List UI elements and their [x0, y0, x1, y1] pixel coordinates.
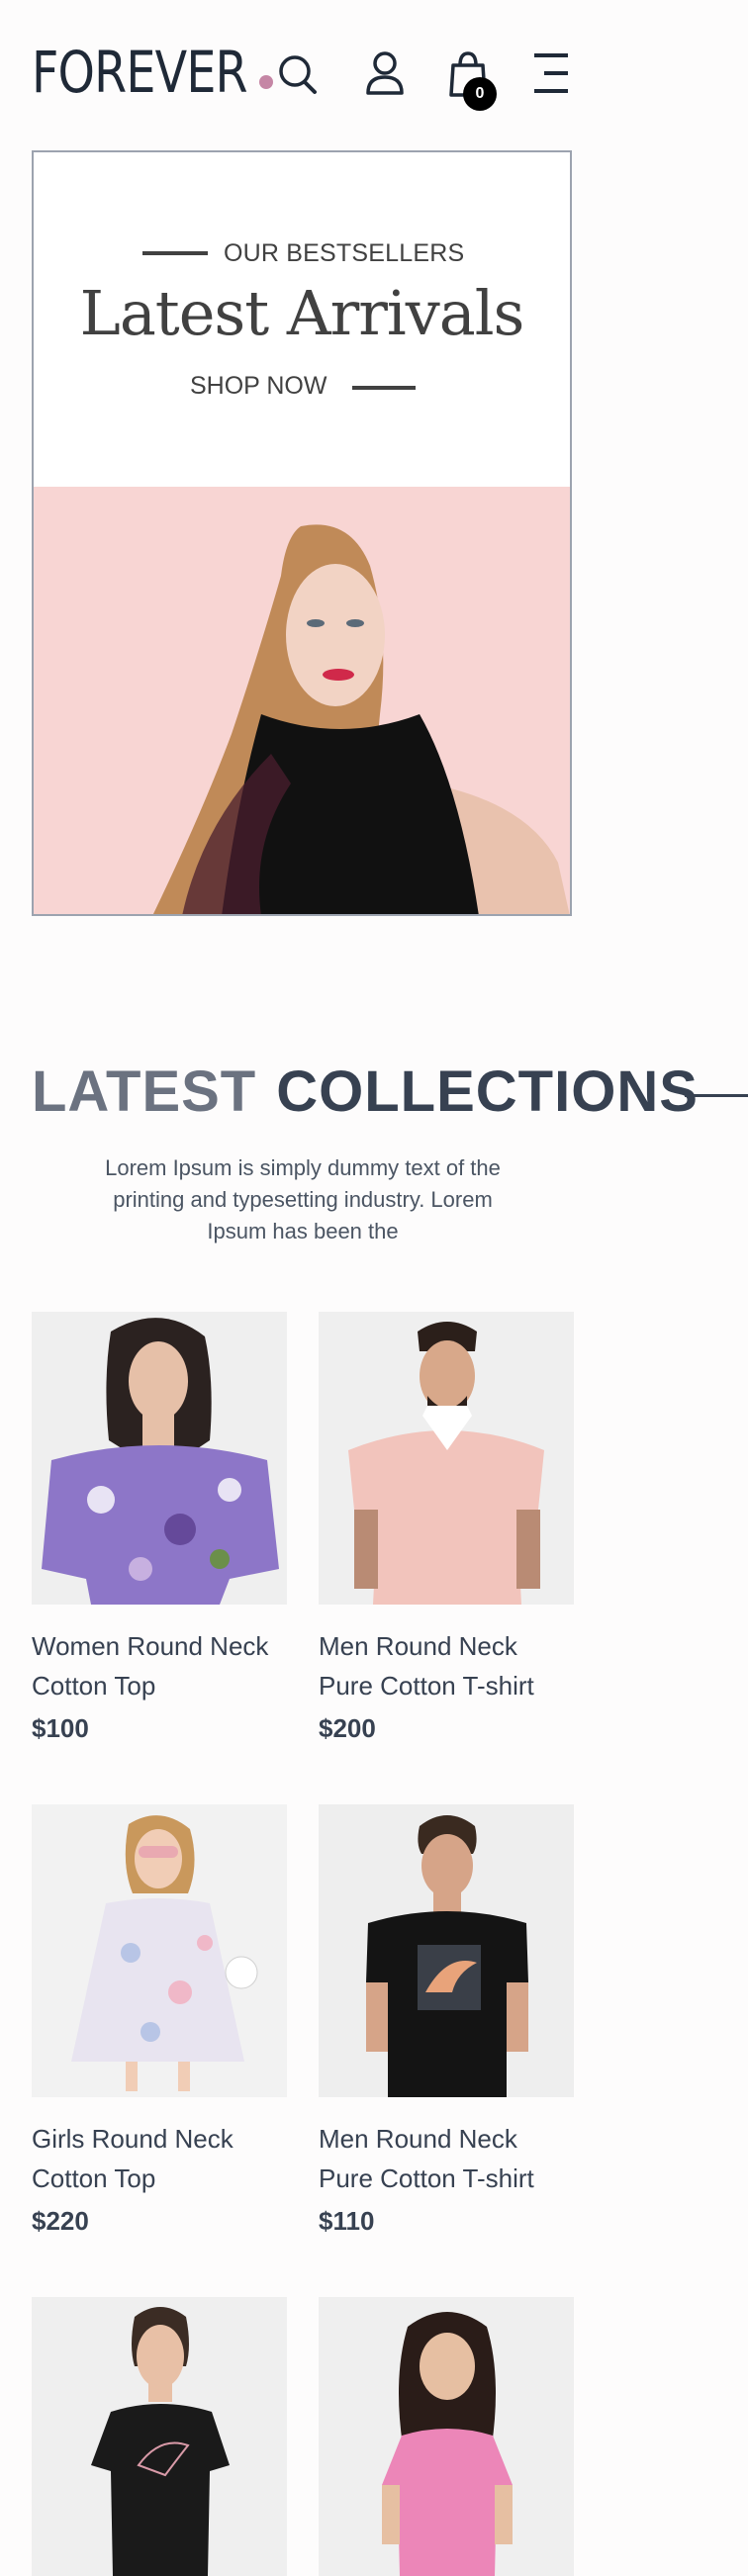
- product-name[interactable]: Men Round Neck Pure Cotton T-shirt: [319, 1626, 574, 1705]
- section-title-part2: COLLECTIONS: [276, 1059, 699, 1124]
- search-icon[interactable]: [273, 46, 323, 101]
- product-card[interactable]: Men Round Neck Pure Cotton T-shirt $200: [319, 1312, 574, 1744]
- hero-image: [34, 487, 570, 914]
- product-image[interactable]: [319, 2297, 574, 2576]
- hero-eyebrow: OUR BESTSELLERS: [224, 239, 465, 267]
- product-name-line1: Women Round Neck: [32, 1631, 269, 1661]
- product-name[interactable]: Men Round Neck Pure Cotton T-shirt: [319, 2119, 574, 2198]
- product-name-line2: Cotton Top: [32, 2163, 156, 2193]
- shop-now-link[interactable]: SHOP NOW: [190, 372, 327, 401]
- section-title-line: [685, 1094, 748, 1097]
- eyebrow-line: [142, 251, 208, 255]
- section-description: Lorem Ipsum is simply dummy text of the …: [105, 1155, 501, 1243]
- product-name-line2: Cotton Top: [32, 1671, 156, 1701]
- section-title-part1: LATEST: [32, 1059, 257, 1124]
- logo-dot: [259, 75, 273, 89]
- product-card[interactable]: Women Round Neck Cotton Top $100: [32, 1312, 287, 1744]
- product-name-line1: Girls Round Neck: [32, 2124, 234, 2154]
- section-title: LATEST COLLECTIONS: [32, 1058, 699, 1125]
- hero-banner: OUR BESTSELLERS Latest Arrivals SHOP NOW: [32, 150, 572, 916]
- cta-line: [352, 386, 416, 390]
- product-name-line1: Men Round Neck: [319, 1631, 517, 1661]
- product-image[interactable]: [32, 1312, 287, 1605]
- product-name-line2: Pure Cotton T-shirt: [319, 1671, 534, 1701]
- product-image[interactable]: [32, 1804, 287, 2097]
- product-card[interactable]: [319, 2297, 574, 2576]
- product-price: $220: [32, 2206, 89, 2236]
- site-header: FOREVER 0: [0, 0, 748, 148]
- product-price: $200: [319, 1713, 376, 1743]
- profile-icon[interactable]: [360, 46, 410, 101]
- product-price: $100: [32, 1713, 89, 1743]
- product-price: $110: [319, 2206, 375, 2236]
- product-card[interactable]: [32, 2297, 287, 2576]
- product-name-line2: Pure Cotton T-shirt: [319, 2163, 534, 2193]
- product-card[interactable]: Men Round Neck Pure Cotton T-shirt $110: [319, 1804, 574, 2237]
- product-image[interactable]: [32, 2297, 287, 2576]
- product-name[interactable]: Girls Round Neck Cotton Top: [32, 2119, 287, 2198]
- product-card[interactable]: Girls Round Neck Cotton Top $220: [32, 1804, 287, 2237]
- hero-text: OUR BESTSELLERS Latest Arrivals SHOP NOW: [34, 152, 570, 487]
- product-image[interactable]: [319, 1312, 574, 1605]
- product-image[interactable]: [319, 1804, 574, 2097]
- cart-count-badge: 0: [463, 77, 497, 111]
- menu-icon[interactable]: [526, 46, 576, 101]
- logo[interactable]: FOREVER: [32, 38, 248, 107]
- product-name[interactable]: Women Round Neck Cotton Top: [32, 1626, 287, 1705]
- hero-title: Latest Arrivals: [79, 277, 525, 349]
- product-name-line1: Men Round Neck: [319, 2124, 517, 2154]
